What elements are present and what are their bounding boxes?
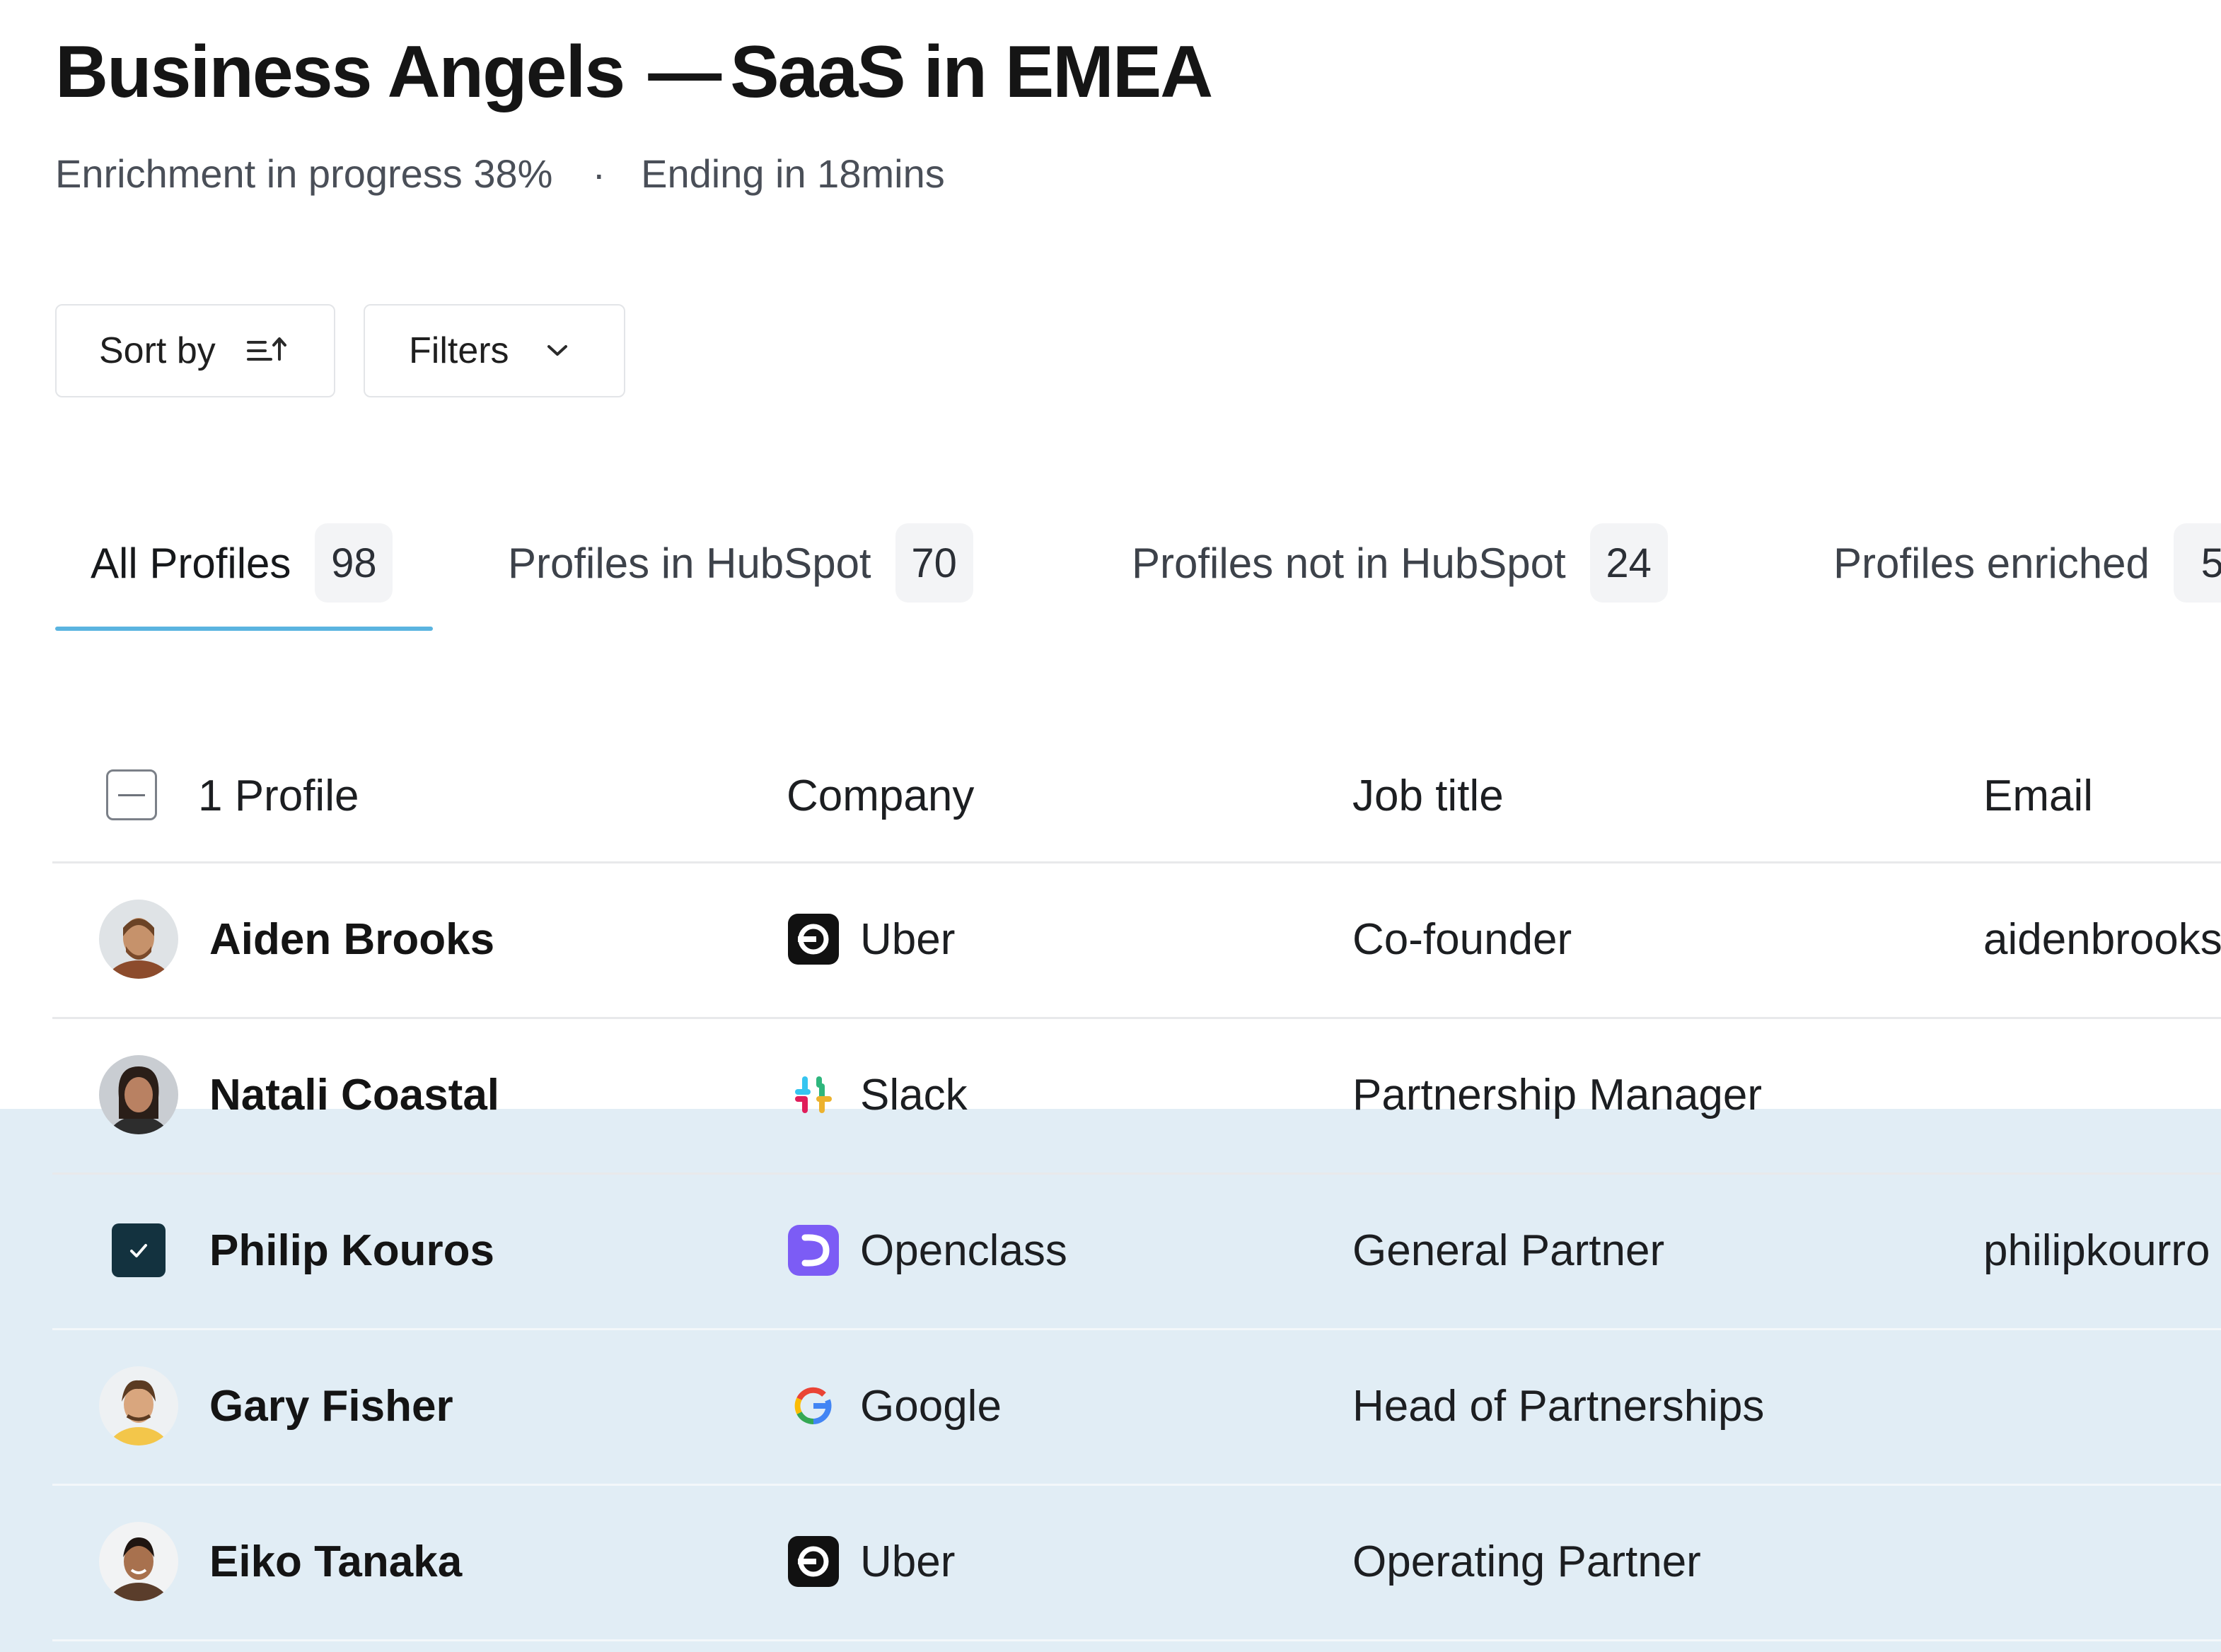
profile-name[interactable]: Aiden Brooks [209,861,494,1017]
table-row[interactable]: Gary Fisher Google Head of Partnerships [52,1328,2221,1486]
column-header-profile[interactable]: 1 Profile [198,771,359,821]
company-name: Slack [860,1070,968,1119]
tab-count-badge: 5 [2173,523,2221,603]
profile-name[interactable]: Philip Kouros [209,1173,494,1328]
avatar [99,1055,178,1134]
company-cell: Google [787,1328,1002,1484]
job-title: Head of Partnerships [1352,1381,1765,1431]
tab-profiles-not-in-hubspot[interactable]: Profiles not in HubSpot 24 [1132,516,1668,610]
avatar [99,1366,178,1446]
avatar [99,900,178,979]
profile-name[interactable]: Natali Coastal [209,1017,499,1173]
company-cell: Uber [787,1484,955,1639]
tab-count-badge: 24 [1589,523,1668,603]
table-header: 1 Profile Company Job title Email [52,741,2221,863]
row-checkbox-checked[interactable] [112,1223,166,1277]
tab-label: Profiles enriched [1833,539,2150,587]
table-row[interactable]: Philip Kouros Openclass General Partner … [52,1173,2221,1330]
tab-all-profiles[interactable]: All Profiles 98 [91,516,393,610]
tab-label: Profiles in HubSpot [508,539,871,587]
uber-icon [787,1535,840,1588]
slack-icon [787,1068,840,1122]
tab-label: All Profiles [91,539,291,587]
job-title: Partnership Manager [1352,1070,1762,1119]
page-title-main: Business Angels [55,31,625,113]
table-row[interactable]: Aiden Brooks Uber Co-founder aidenbrooks [52,861,2221,1019]
enrichment-progress-text: Enrichment in progress 38% [55,151,553,196]
avatar [99,1522,178,1601]
company-cell: Uber [787,861,955,1017]
page-title-rest: SaaS in EMEA [730,31,1213,113]
check-icon [130,1244,147,1257]
tab-label: Profiles not in HubSpot [1132,539,1566,587]
table-row[interactable]: Natali Coastal Slack Partnership Manager [52,1017,2221,1175]
status-separator: · [592,151,606,196]
chevron-down-icon [546,343,569,359]
tab-count-badge: 70 [895,523,973,603]
filters-label: Filters [409,330,509,371]
ending-time-text: Ending in 18mins [641,151,945,196]
profile-tabs: All Profiles 98 Profiles in HubSpot 70 P… [55,516,2221,631]
company-name: Uber [860,914,956,964]
page-title: Business Angels — SaaS in EMEA [55,28,1213,117]
company-name: Openclass [860,1226,1067,1275]
uber-icon [787,912,840,966]
job-title: General Partner [1352,1226,1665,1275]
company-cell: Slack [787,1017,968,1173]
tab-count-badge: 98 [315,523,393,603]
enrichment-status: Enrichment in progress 38% · Ending in 18m… [55,150,945,197]
sort-by-button[interactable]: Sort by [55,304,335,397]
page-title-dash: — [648,31,721,113]
job-title: Co-founder [1352,914,1572,964]
openclass-icon [787,1223,840,1277]
column-header-company[interactable]: Company [787,771,974,821]
filters-button[interactable]: Filters [364,304,625,397]
tab-profiles-enriched[interactable]: Profiles enriched 5 [1833,516,2221,610]
sort-by-label: Sort by [99,330,216,371]
google-icon [787,1379,840,1433]
column-header-email[interactable]: Email [1983,771,2093,821]
company-name: Google [860,1381,1002,1431]
sort-ascending-icon [246,335,288,366]
active-tab-indicator [55,627,433,631]
email[interactable]: aidenbrooks [1983,861,2221,1017]
select-all-checkbox[interactable] [106,769,157,820]
profile-name[interactable]: Gary Fisher [209,1328,453,1484]
email[interactable]: philipkourro [1983,1173,2210,1328]
tab-profiles-in-hubspot[interactable]: Profiles in HubSpot 70 [508,516,973,610]
table-row[interactable]: Eiko Tanaka Uber Operating Partner [52,1484,2221,1641]
profile-name[interactable]: Eiko Tanaka [209,1484,462,1639]
company-cell: Openclass [787,1173,1067,1328]
company-name: Uber [860,1537,956,1586]
column-header-job-title[interactable]: Job title [1352,771,1504,821]
page: Business Angels — SaaS in EMEA Enrichment … [0,0,2221,1652]
job-title: Operating Partner [1352,1537,1701,1586]
